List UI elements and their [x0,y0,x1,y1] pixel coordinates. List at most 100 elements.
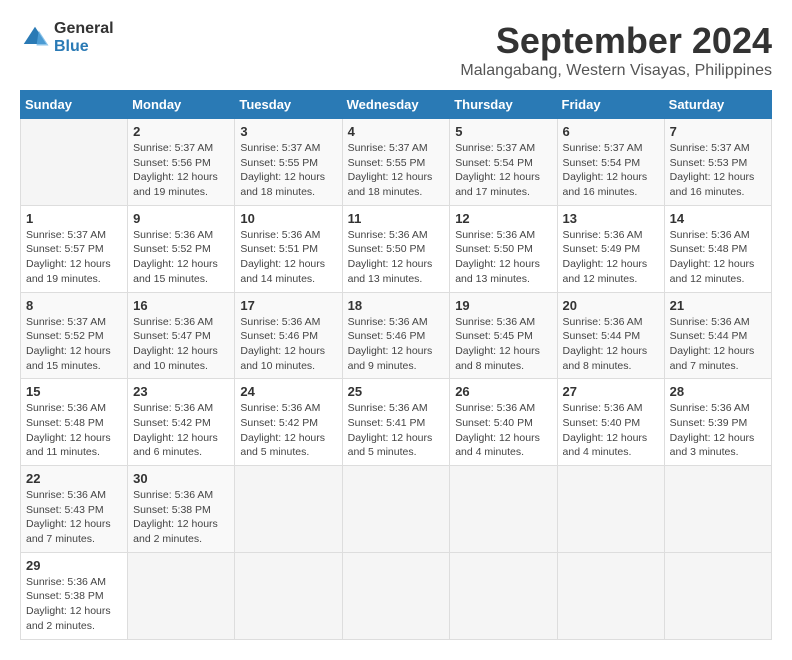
day-number: 28 [670,384,766,399]
calendar-day-cell [235,552,342,639]
calendar-day-cell: 7 Sunrise: 5:37 AMSunset: 5:53 PMDaylight… [664,119,771,206]
day-detail: Sunrise: 5:36 AMSunset: 5:50 PMDaylight:… [455,228,551,287]
calendar-day-cell: 15Sunrise: 5:36 AMSunset: 5:48 PMDayligh… [21,379,128,466]
col-sunday: Sunday [21,91,128,119]
calendar-week-row: 1 Sunrise: 5:37 AMSunset: 5:57 PMDaylight… [21,205,772,292]
calendar-day-cell [557,466,664,553]
calendar-day-cell: 24Sunrise: 5:36 AMSunset: 5:42 PMDayligh… [235,379,342,466]
col-saturday: Saturday [664,91,771,119]
calendar-location: Malangabang, Western Visayas, Philippine… [460,62,772,80]
day-detail: Sunrise: 5:36 AMSunset: 5:46 PMDaylight:… [240,315,336,374]
title-block: September 2024 Malangabang, Western Visa… [460,20,772,80]
calendar-day-cell [342,552,450,639]
calendar-day-cell: 4 Sunrise: 5:37 AMSunset: 5:55 PMDaylight… [342,119,450,206]
day-number: 25 [348,384,445,399]
calendar-week-row: 22 Sunrise: 5:36 AMSunset: 5:43 PMDayligh… [21,466,772,553]
calendar-day-cell: 23Sunrise: 5:36 AMSunset: 5:42 PMDayligh… [128,379,235,466]
calendar-day-cell: 18Sunrise: 5:36 AMSunset: 5:46 PMDayligh… [342,292,450,379]
day-detail: Sunrise: 5:36 AMSunset: 5:51 PMDaylight:… [240,228,336,287]
day-number: 17 [240,298,336,313]
day-detail: Sunrise: 5:36 AMSunset: 5:48 PMDaylight:… [670,228,766,287]
calendar-day-cell: 11Sunrise: 5:36 AMSunset: 5:50 PMDayligh… [342,205,450,292]
calendar-day-cell: 17 Sunrise: 5:36 AMSunset: 5:46 PMDayligh… [235,292,342,379]
day-detail: Sunrise: 5:37 AMSunset: 5:57 PMDaylight:… [26,228,122,287]
calendar-day-cell: 13Sunrise: 5:36 AMSunset: 5:49 PMDayligh… [557,205,664,292]
day-detail: Sunrise: 5:37 AMSunset: 5:55 PMDaylight:… [348,141,445,200]
logo-general-text: General [54,20,114,38]
day-detail: Sunrise: 5:36 AMSunset: 5:48 PMDaylight:… [26,401,122,460]
day-detail: Sunrise: 5:36 AMSunset: 5:46 PMDaylight:… [348,315,445,374]
day-detail: Sunrise: 5:37 AMSunset: 5:54 PMDaylight:… [455,141,551,200]
calendar-day-cell: 5 Sunrise: 5:37 AMSunset: 5:54 PMDaylight… [450,119,557,206]
calendar-day-cell [21,119,128,206]
day-detail: Sunrise: 5:36 AMSunset: 5:43 PMDaylight:… [26,488,122,547]
col-thursday: Thursday [450,91,557,119]
calendar-day-cell [128,552,235,639]
logo-text: General Blue [54,20,114,55]
day-number: 12 [455,211,551,226]
day-detail: Sunrise: 5:36 AMSunset: 5:44 PMDaylight:… [563,315,659,374]
day-number: 9 [133,211,229,226]
day-number: 7 [670,124,766,139]
calendar-day-cell: 22 Sunrise: 5:36 AMSunset: 5:43 PMDayligh… [21,466,128,553]
calendar-day-cell: 20 Sunrise: 5:36 AMSunset: 5:44 PMDayligh… [557,292,664,379]
day-number: 2 [133,124,229,139]
day-detail: Sunrise: 5:36 AMSunset: 5:39 PMDaylight:… [670,401,766,460]
day-number: 1 [26,211,122,226]
calendar-day-cell: 27Sunrise: 5:36 AMSunset: 5:40 PMDayligh… [557,379,664,466]
calendar-title: September 2024 [460,20,772,62]
day-detail: Sunrise: 5:36 AMSunset: 5:52 PMDaylight:… [133,228,229,287]
calendar-table: Sunday Monday Tuesday Wednesday Thursday… [20,90,772,640]
day-detail: Sunrise: 5:36 AMSunset: 5:47 PMDaylight:… [133,315,229,374]
day-detail: Sunrise: 5:36 AMSunset: 5:38 PMDaylight:… [133,488,229,547]
calendar-day-cell: 9 Sunrise: 5:36 AMSunset: 5:52 PMDaylight… [128,205,235,292]
calendar-day-cell: 26 Sunrise: 5:36 AMSunset: 5:40 PMDayligh… [450,379,557,466]
day-detail: Sunrise: 5:36 AMSunset: 5:49 PMDaylight:… [563,228,659,287]
col-tuesday: Tuesday [235,91,342,119]
calendar-day-cell [235,466,342,553]
calendar-day-cell: 6Sunrise: 5:37 AMSunset: 5:54 PMDaylight… [557,119,664,206]
day-number: 3 [240,124,336,139]
calendar-day-cell: 1 Sunrise: 5:37 AMSunset: 5:57 PMDaylight… [21,205,128,292]
day-number: 16 [133,298,229,313]
day-detail: Sunrise: 5:37 AMSunset: 5:52 PMDaylight:… [26,315,122,374]
page-header: General Blue September 2024 Malangabang,… [20,20,772,80]
day-detail: Sunrise: 5:37 AMSunset: 5:55 PMDaylight:… [240,141,336,200]
calendar-week-row: 29 Sunrise: 5:36 AMSunset: 5:38 PMDayligh… [21,552,772,639]
day-number: 24 [240,384,336,399]
calendar-day-cell: 10Sunrise: 5:36 AMSunset: 5:51 PMDayligh… [235,205,342,292]
day-detail: Sunrise: 5:36 AMSunset: 5:45 PMDaylight:… [455,315,551,374]
col-monday: Monday [128,91,235,119]
day-detail: Sunrise: 5:36 AMSunset: 5:40 PMDaylight:… [563,401,659,460]
col-wednesday: Wednesday [342,91,450,119]
calendar-day-cell [664,552,771,639]
day-number: 5 [455,124,551,139]
calendar-day-cell: 29 Sunrise: 5:36 AMSunset: 5:38 PMDayligh… [21,552,128,639]
day-number: 26 [455,384,551,399]
day-detail: Sunrise: 5:36 AMSunset: 5:41 PMDaylight:… [348,401,445,460]
calendar-day-cell [557,552,664,639]
calendar-day-cell: 30Sunrise: 5:36 AMSunset: 5:38 PMDayligh… [128,466,235,553]
day-detail: Sunrise: 5:36 AMSunset: 5:40 PMDaylight:… [455,401,551,460]
calendar-day-cell: 2 Sunrise: 5:37 AMSunset: 5:56 PMDaylight… [128,119,235,206]
day-detail: Sunrise: 5:36 AMSunset: 5:42 PMDaylight:… [133,401,229,460]
day-detail: Sunrise: 5:37 AMSunset: 5:56 PMDaylight:… [133,141,229,200]
day-number: 8 [26,298,122,313]
day-number: 11 [348,211,445,226]
day-detail: Sunrise: 5:36 AMSunset: 5:44 PMDaylight:… [670,315,766,374]
day-detail: Sunrise: 5:37 AMSunset: 5:53 PMDaylight:… [670,141,766,200]
calendar-day-cell [342,466,450,553]
calendar-day-cell: 21Sunrise: 5:36 AMSunset: 5:44 PMDayligh… [664,292,771,379]
day-number: 14 [670,211,766,226]
day-number: 29 [26,558,122,573]
calendar-week-row: 2 Sunrise: 5:37 AMSunset: 5:56 PMDaylight… [21,119,772,206]
calendar-header-row: Sunday Monday Tuesday Wednesday Thursday… [21,91,772,119]
calendar-day-cell: 28 Sunrise: 5:36 AMSunset: 5:39 PMDayligh… [664,379,771,466]
day-number: 22 [26,471,122,486]
calendar-day-cell: 14 Sunrise: 5:36 AMSunset: 5:48 PMDayligh… [664,205,771,292]
logo-blue-text: Blue [54,38,114,56]
day-number: 20 [563,298,659,313]
day-number: 4 [348,124,445,139]
calendar-week-row: 15Sunrise: 5:36 AMSunset: 5:48 PMDayligh… [21,379,772,466]
day-detail: Sunrise: 5:36 AMSunset: 5:38 PMDaylight:… [26,575,122,634]
